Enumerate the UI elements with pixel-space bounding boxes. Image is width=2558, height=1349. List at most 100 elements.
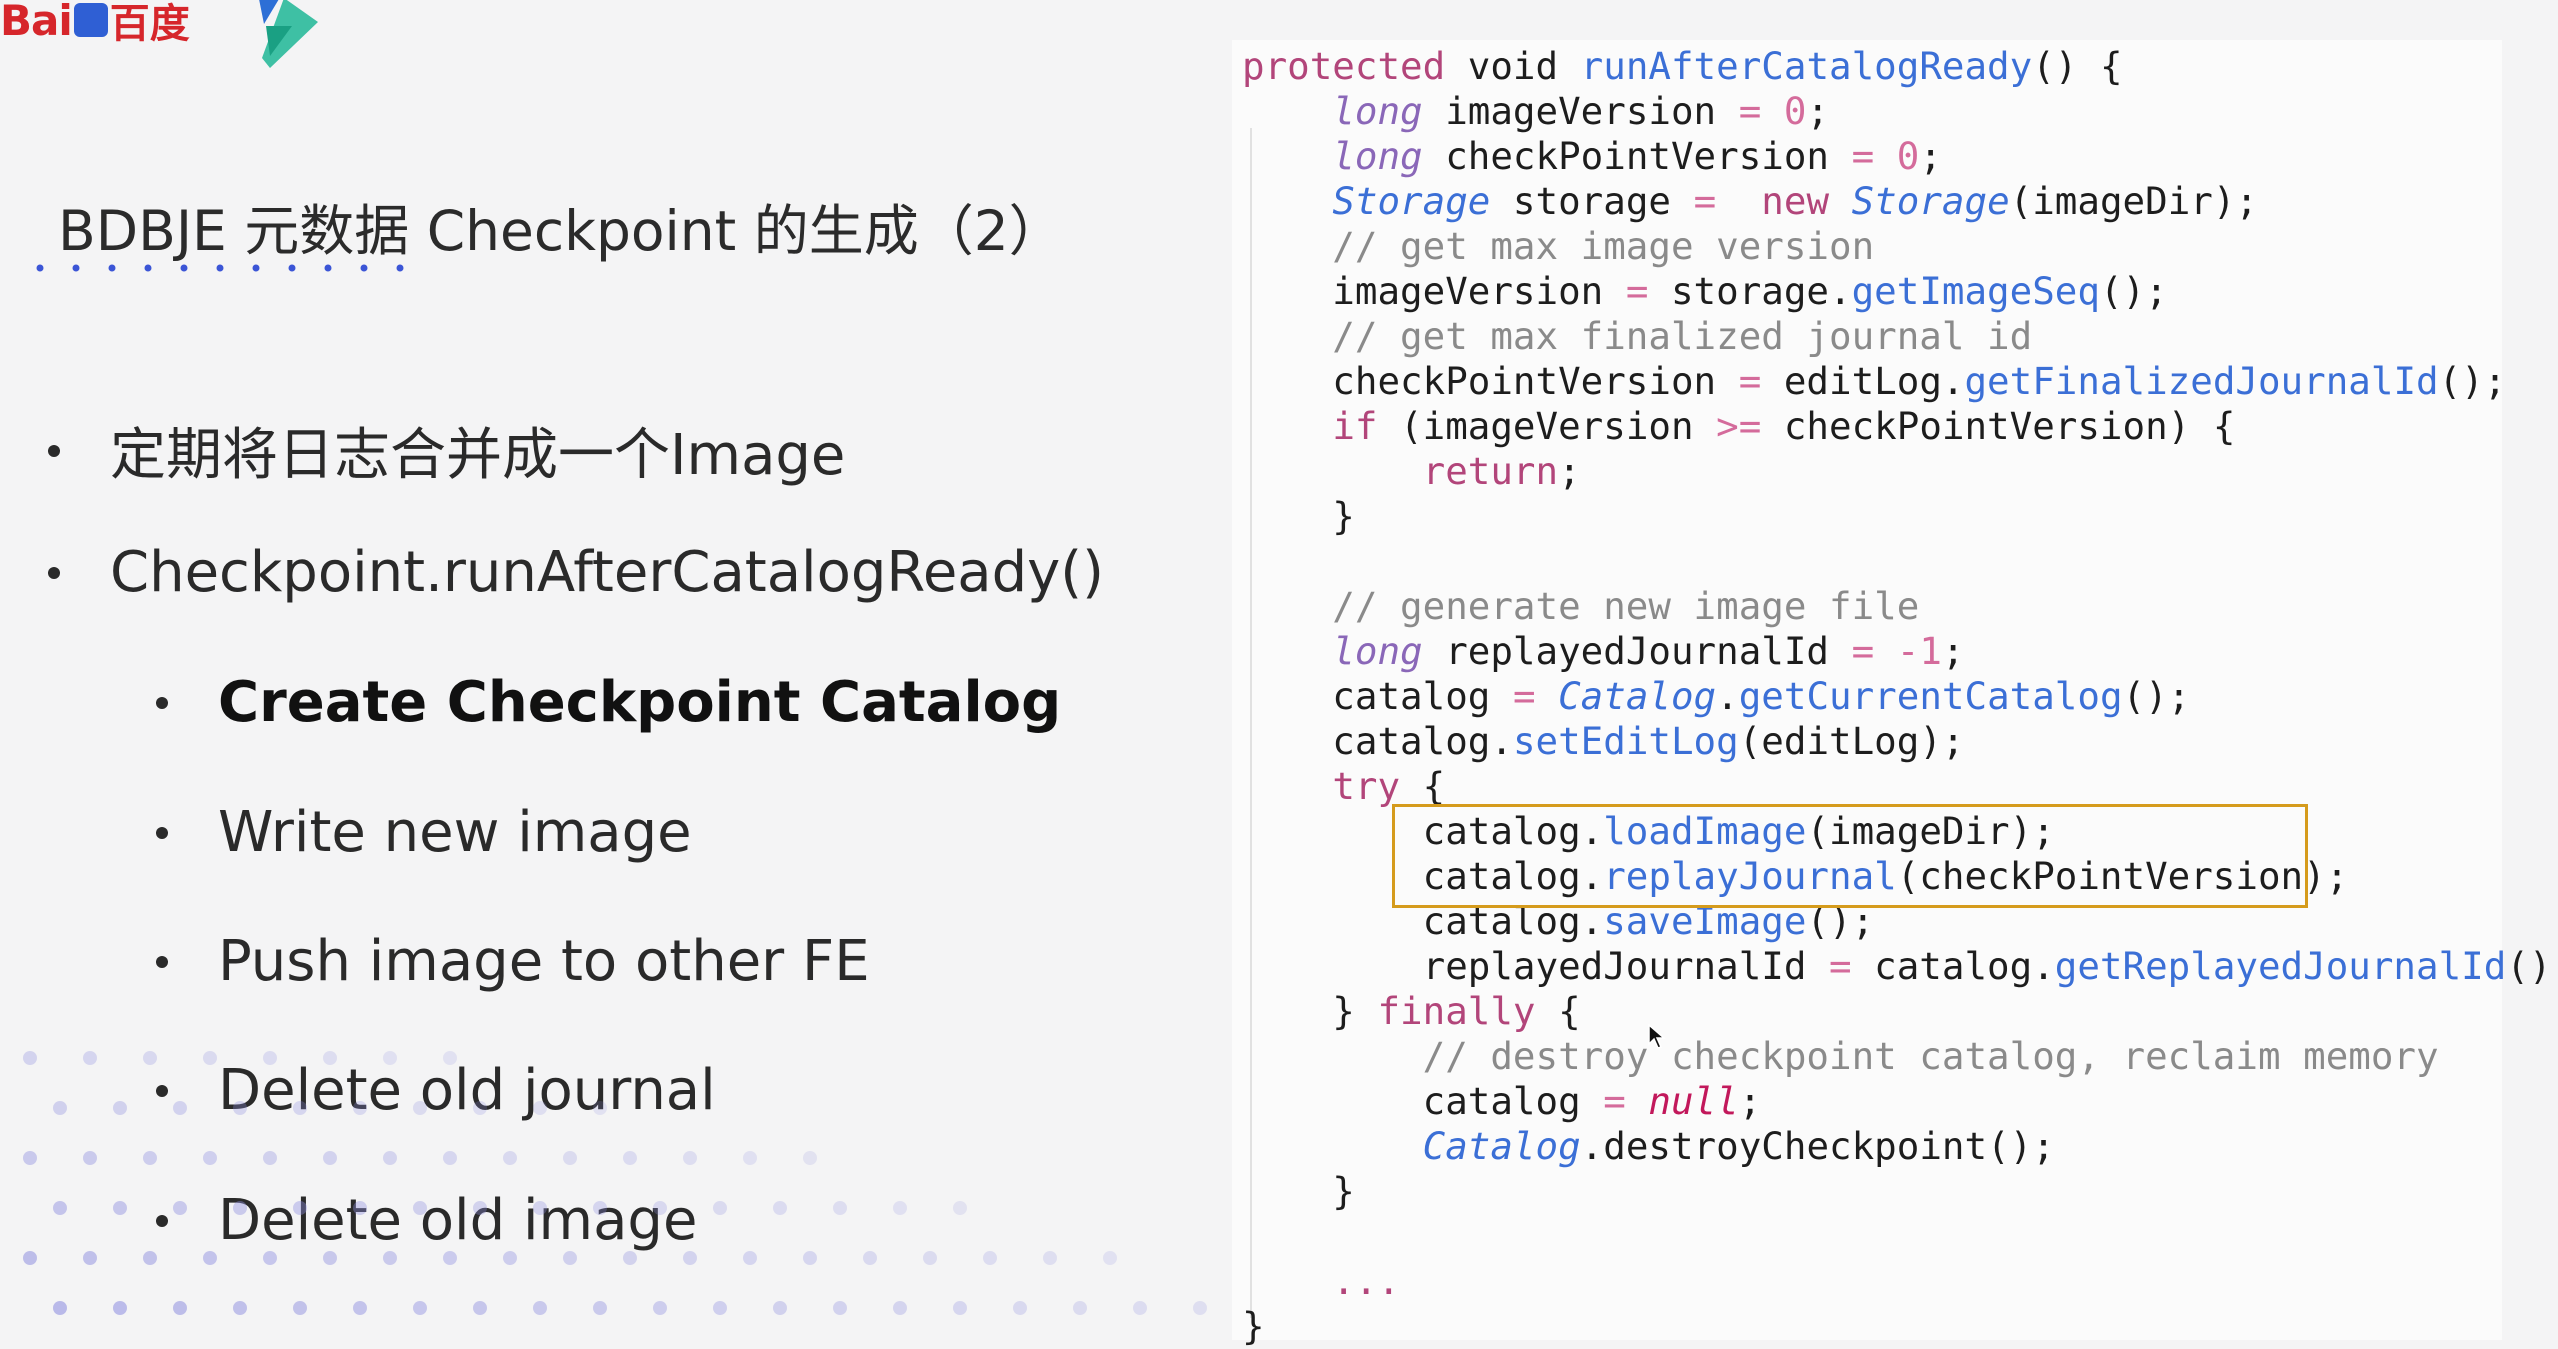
decorative-dot [713,1301,727,1315]
decorative-dot [833,1301,847,1315]
bullet-dot-icon [156,826,168,839]
decorative-dot [653,1201,667,1215]
decorative-dot [653,1301,667,1315]
decorative-dot [923,1251,937,1265]
sub-bullet-item: Push image to other FE [156,929,870,994]
code-line: } [1242,1169,1355,1213]
bullet-text: Checkpoint.runAfterCatalogReady() [110,540,1104,605]
decorative-dot [1133,1301,1147,1315]
decorative-dot [743,1151,757,1165]
decorative-dot [473,1301,487,1315]
bullet-text: 定期将日志合并成一个Image [110,423,846,488]
bullet-item: Checkpoint.runAfterCatalogReady() [48,540,1104,605]
decorative-dot [113,1101,127,1115]
code-line: long imageVersion = 0; [1332,89,1830,133]
decorative-dot [23,1051,37,1065]
code-line: // get max finalized journal id [1242,314,2033,358]
mouse-cursor-icon [1648,1024,1666,1049]
code-line: if (imageVersion >= checkPointVersion) { [1332,404,2236,448]
decorative-dot [533,1101,547,1115]
bullet-text: Push image to other FE [218,929,870,994]
decorative-dot [53,1201,67,1215]
code-line: catalog = Catalog.getCurrentCatalog(); [1242,674,2191,718]
baidu-logo-text: Bai [0,0,73,45]
decorative-dot [143,1051,157,1065]
decorative-dot [953,1201,967,1215]
bullet-dot-icon [48,444,60,457]
code-line: protected void runAfterCatalogReady() { [1242,44,2123,88]
code-line: replayedJournalId = catalog.getReplayedJ… [1242,944,2558,988]
code-line: long replayedJournalId = -1; [1332,629,1965,673]
decorative-dot [953,1301,967,1315]
decorative-dot [683,1251,697,1265]
code-line: Catalog.destroyCheckpoint(); [1422,1124,2055,1168]
decorative-dot [83,1051,97,1065]
decorative-dot [83,1251,97,1265]
decorative-dot [23,1151,37,1165]
decorative-dot [113,1301,127,1315]
decorative-dot [263,1051,277,1065]
decorative-dot [593,1101,607,1115]
decorative-dot [503,1151,517,1165]
code-line: catalog.setEditLog(editLog); [1242,719,1965,763]
decorative-dot [443,1151,457,1165]
decorative-dot [893,1201,907,1215]
decorative-dot [563,1251,577,1265]
decorative-dot [173,1301,187,1315]
sub-bullet-item: Create Checkpoint Catalog [156,670,1062,735]
code-line: } [1242,494,1355,538]
decorative-dot [233,1201,247,1215]
code-line: // destroy checkpoint catalog, reclaim m… [1242,1034,2439,1078]
decorative-dot [323,1251,337,1265]
decorative-dot [593,1201,607,1215]
decorative-dot [983,1251,997,1265]
baidu-paw-icon [73,3,108,37]
decorative-dot [833,1201,847,1215]
bullet-dot-icon [156,955,168,968]
title-dotted-underline [36,264,404,272]
decorative-dot [233,1301,247,1315]
decorative-dot [893,1301,907,1315]
decorative-dot [263,1151,277,1165]
bullet-text: Write new image [218,800,692,865]
code-line: } finally { [1242,989,1581,1033]
decorative-dot [473,1101,487,1115]
decorative-dot [383,1251,397,1265]
code-highlight-box [1392,804,2308,908]
decorative-dot-pattern [23,1051,1260,1315]
decorative-dot [623,1251,637,1265]
bullet-dot-icon [48,566,60,579]
decorative-dot [353,1301,367,1315]
decorative-dot [533,1301,547,1315]
slide: Bai 百度 BDBJE 元数据 Checkpoint 的生成（2） 定期将日志… [0,0,2558,1348]
decorative-dot [143,1151,157,1165]
code-block: protected void runAfterCatalogReady() { … [1242,44,2558,1349]
code-line: } [1242,1304,1265,1348]
decorative-dot [773,1201,787,1215]
decorative-dot [263,1251,277,1265]
decorative-dot [713,1201,727,1215]
baidu-logo-chinese: 百度 [109,1,190,47]
code-line: Storage storage = new Storage(imageDir); [1332,179,2259,223]
decorative-dot [323,1051,337,1065]
decorative-dot [323,1151,337,1165]
decorative-dot [413,1101,427,1115]
decorative-dot [1073,1301,1087,1315]
decorative-dot [1103,1251,1117,1265]
bullet-text-bold: Create Checkpoint Catalog [218,670,1062,735]
decorative-dot [203,1051,217,1065]
decorative-dot [563,1151,577,1165]
decorative-dot [23,1251,37,1265]
decorative-dot [593,1301,607,1315]
decorative-dot [353,1101,367,1115]
bullet-dot-icon [156,696,168,709]
decorative-dot [173,1201,187,1215]
decorative-dot [803,1251,817,1265]
decorative-dot [1013,1301,1027,1315]
decorative-dot [293,1301,307,1315]
doris-logo-icon [259,0,318,68]
decorative-dot [383,1151,397,1165]
slide-title: BDBJE 元数据 Checkpoint 的生成（2） [58,199,1064,263]
